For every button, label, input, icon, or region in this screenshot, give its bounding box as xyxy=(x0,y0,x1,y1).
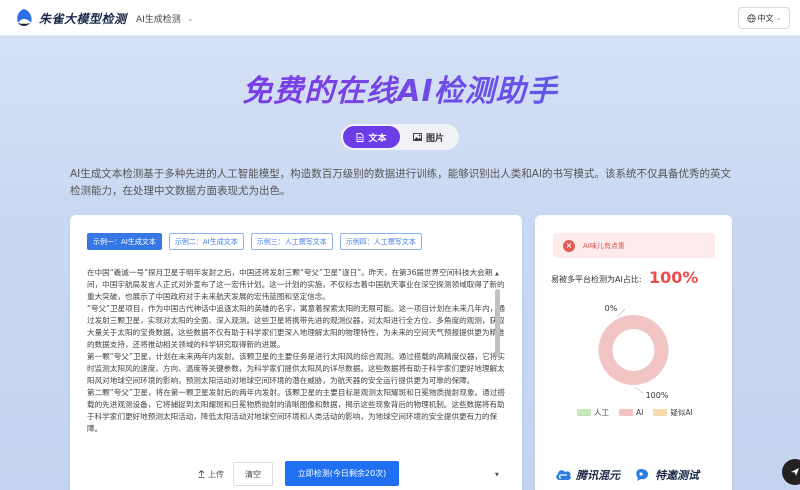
tab-image-label: 图片 xyxy=(425,133,444,144)
image-icon xyxy=(413,133,422,141)
result-card: × AI味儿有点重 易被多平台检测为AI占比: 100% 0% 100% 人工 … xyxy=(535,215,732,490)
send-arrow-icon xyxy=(791,468,799,476)
tencent-logo-icon xyxy=(556,470,571,480)
nav-dropdown-label: AI生成检测 xyxy=(136,15,181,25)
brand-tencent-hunyuan: 腾讯混元 xyxy=(555,467,620,483)
chevron-down-icon: ⌄ xyxy=(775,14,782,22)
ai-probability-value: 100% xyxy=(649,268,699,287)
result-alert: × AI味儿有点重 xyxy=(553,233,715,258)
tab-text[interactable]: 文本 xyxy=(343,126,400,148)
logo[interactable]: 朱雀大模型检测 xyxy=(14,8,127,28)
label-leader-line xyxy=(634,386,644,394)
alert-text: AI味儿有点重 xyxy=(583,241,625,250)
brand-label: 腾讯混元 xyxy=(576,469,620,482)
legend-item-suspected-ai[interactable]: 疑似AI xyxy=(653,407,693,418)
legend-swatch xyxy=(619,409,633,416)
sample-button-3[interactable]: 示例三：人工撰写文本 xyxy=(250,233,333,250)
text-paragraph: “夸父”卫星项目，作为中国古代神话中追逐太阳的英雄的名字，寓意着探索太阳的无限可… xyxy=(87,304,505,349)
legend-label: 疑似AI xyxy=(670,408,693,417)
nav-dropdown-ai-detection[interactable]: AI生成检测 ⌄ xyxy=(136,12,194,25)
description-text: AI生成文本检测基于多种先进的人工智能模型，构造数百万级别的数据进行训练，能够识… xyxy=(70,168,732,197)
label-leader-line xyxy=(616,308,626,318)
text-input-area[interactable]: 在中国“羲诚一号”探月卫星于明年发射之后，中国还将发射三颗“夸父”卫星“逐日”。… xyxy=(87,267,505,455)
globe-icon xyxy=(746,13,756,23)
partner-brands: 腾讯混元 特邀测试 xyxy=(555,467,699,483)
donut-chart: 0% 100% xyxy=(598,304,669,400)
scrollbar-thumb[interactable] xyxy=(495,289,500,357)
sample-button-1[interactable]: 示例一：AI生成文本 xyxy=(87,233,162,250)
tab-image[interactable]: 图片 xyxy=(400,126,457,148)
legend-swatch xyxy=(577,409,591,416)
mode-tabs: 文本 图片 xyxy=(341,124,459,150)
logo-text: 朱雀大模型检测 xyxy=(39,11,127,26)
scrollbar[interactable] xyxy=(495,277,500,462)
document-icon xyxy=(357,132,364,142)
legend-item-ai[interactable]: AI xyxy=(619,407,643,418)
upload-label: 上传 xyxy=(208,469,224,479)
legend-swatch xyxy=(653,409,668,416)
floating-action-button[interactable] xyxy=(782,459,800,485)
page-title: 免费的在线AI检测助手 xyxy=(0,66,800,110)
input-card: 示例一：AI生成文本 示例二：AI生成文本 示例三：人工撰写文本 示例四：人工撰… xyxy=(70,215,522,490)
text-paragraph: 第二颗“夸父”卫星，将在第一颗卫星发射后的两年内发射。该颗卫星的主要目标是观测太… xyxy=(87,388,505,433)
brand-label: 特邀测试 xyxy=(655,469,699,482)
text-paragraph: 在中国“羲诚一号”探月卫星于明年发射之后，中国还将发射三颗“夸父”卫星“逐日”。… xyxy=(87,268,505,301)
donut-slices xyxy=(598,315,669,385)
scroll-down-arrow-icon[interactable]: ▼ xyxy=(495,472,499,478)
legend-item-human[interactable]: 人工 xyxy=(577,407,609,418)
tab-text-label: 文本 xyxy=(368,133,387,144)
text-paragraph: 第一颗“夸父”卫星，计划在未来两年内发射。该颗卫星的主要任务是进行太阳风的综合观… xyxy=(87,352,505,385)
invite-logo-icon xyxy=(636,469,648,481)
logo-mark-icon xyxy=(17,9,32,26)
donut-label-bottom: 100% xyxy=(646,391,669,400)
brand-invited-test: 特邀测试 xyxy=(634,467,699,483)
upload-button[interactable]: 上传 xyxy=(194,463,228,485)
sample-button-2[interactable]: 示例二：AI生成文本 xyxy=(168,233,244,250)
detect-button[interactable]: 立即检测(今日剩余20次) xyxy=(285,461,399,486)
language-label: 中文 xyxy=(757,13,774,23)
top-bar: 朱雀大模型检测 AI生成检测 ⌄ 中文 ⌄ xyxy=(0,0,800,36)
donut-slice-2[interactable] xyxy=(598,315,669,385)
close-circle-icon: × xyxy=(563,239,575,252)
sample-button-4[interactable]: 示例四：人工撰写文本 xyxy=(339,233,422,250)
upload-icon xyxy=(198,470,205,478)
legend-label: 人工 xyxy=(594,408,609,417)
sample-buttons: 示例一：AI生成文本 示例二：AI生成文本 示例三：人工撰写文本 示例四：人工撰… xyxy=(87,233,422,250)
chevron-down-icon: ⌄ xyxy=(186,14,194,23)
legend-label: AI xyxy=(636,408,644,417)
ai-probability-label: 易被多平台检测为AI占比: xyxy=(551,275,642,284)
chart-legend: 人工 AI 疑似AI xyxy=(577,407,693,418)
clear-button[interactable]: 清空 xyxy=(233,462,273,486)
donut-label-top: 0% xyxy=(605,304,618,313)
language-selector[interactable]: 中文 ⌄ xyxy=(738,7,790,29)
